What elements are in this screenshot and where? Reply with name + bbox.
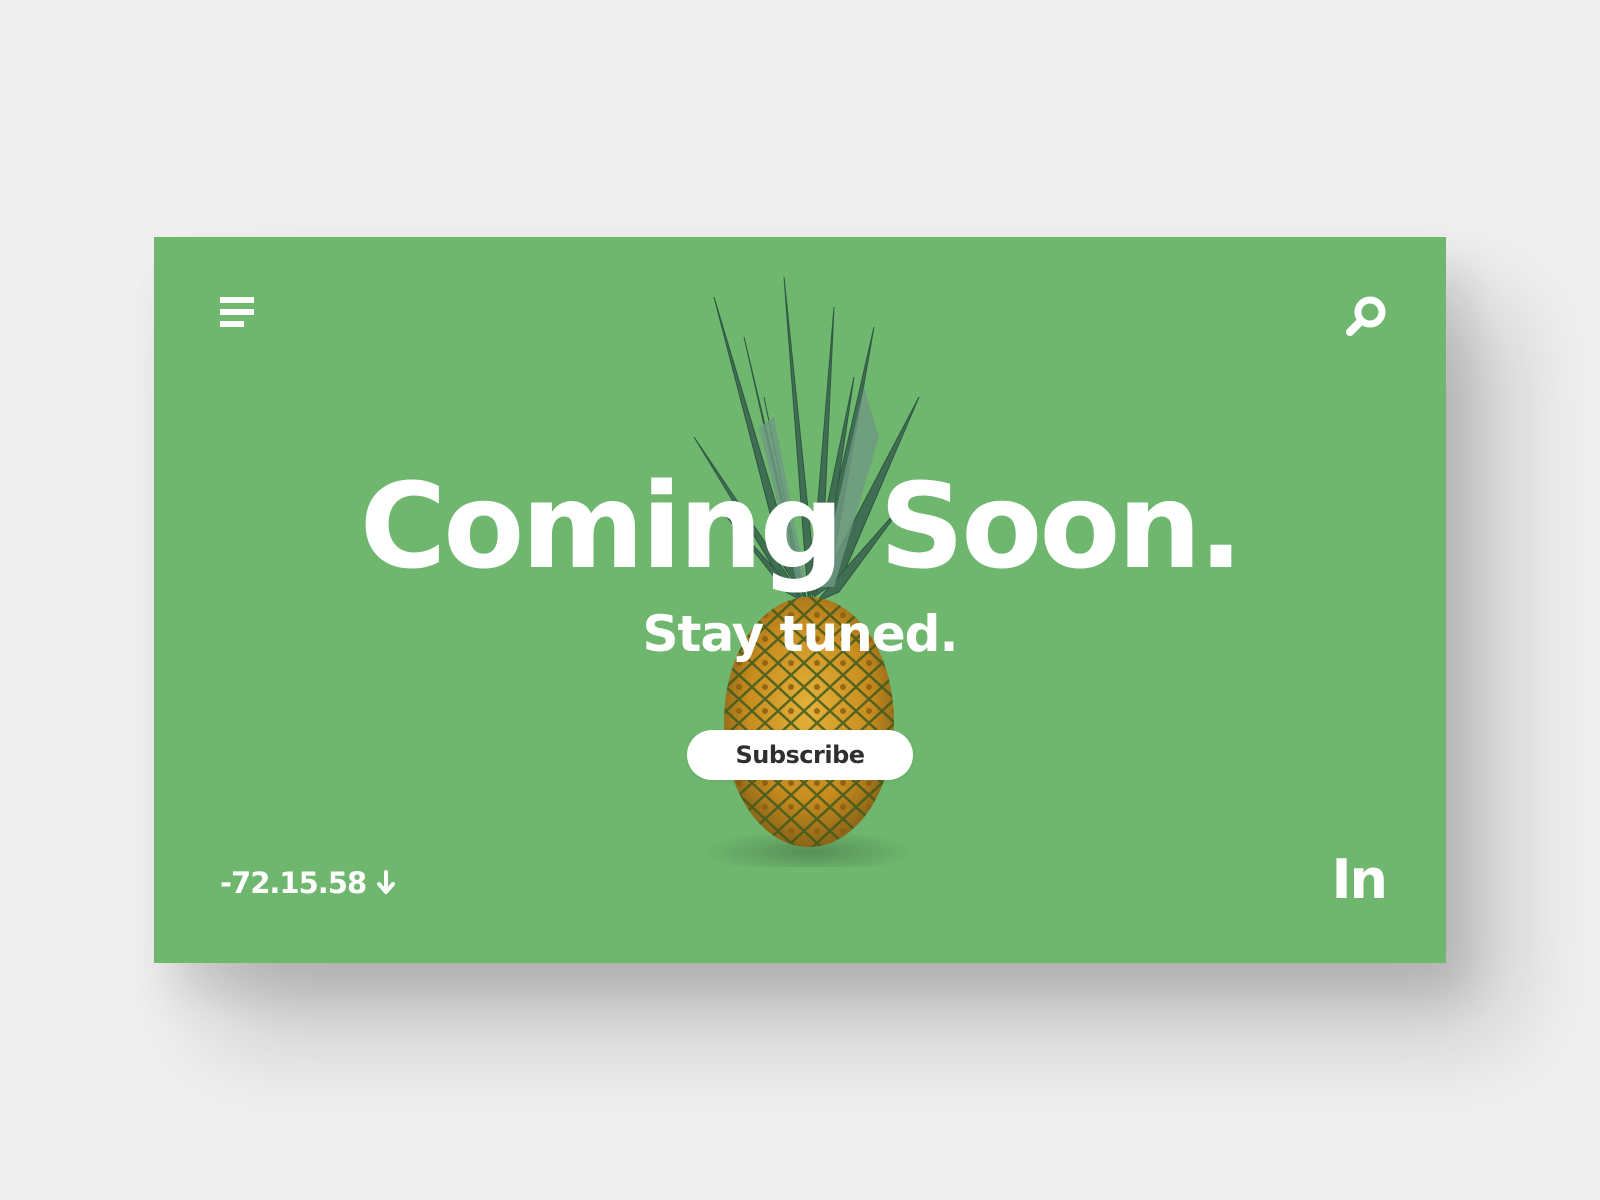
headline: Coming Soon. — [359, 457, 1244, 595]
coordinates-indicator[interactable]: -72.15.58 — [220, 863, 396, 903]
subheadline: Stay tuned. — [642, 605, 959, 663]
coordinates-text: -72.15.58 — [220, 866, 367, 900]
arrow-down-icon — [377, 870, 396, 894]
hero-card: Coming Soon. Stay tuned. Subscribe -72.1… — [154, 237, 1446, 963]
subscribe-button[interactable]: Subscribe — [687, 730, 913, 780]
menu-icon[interactable] — [220, 297, 256, 333]
linkedin-icon[interactable]: In — [1331, 853, 1388, 907]
search-icon[interactable] — [1344, 294, 1388, 338]
